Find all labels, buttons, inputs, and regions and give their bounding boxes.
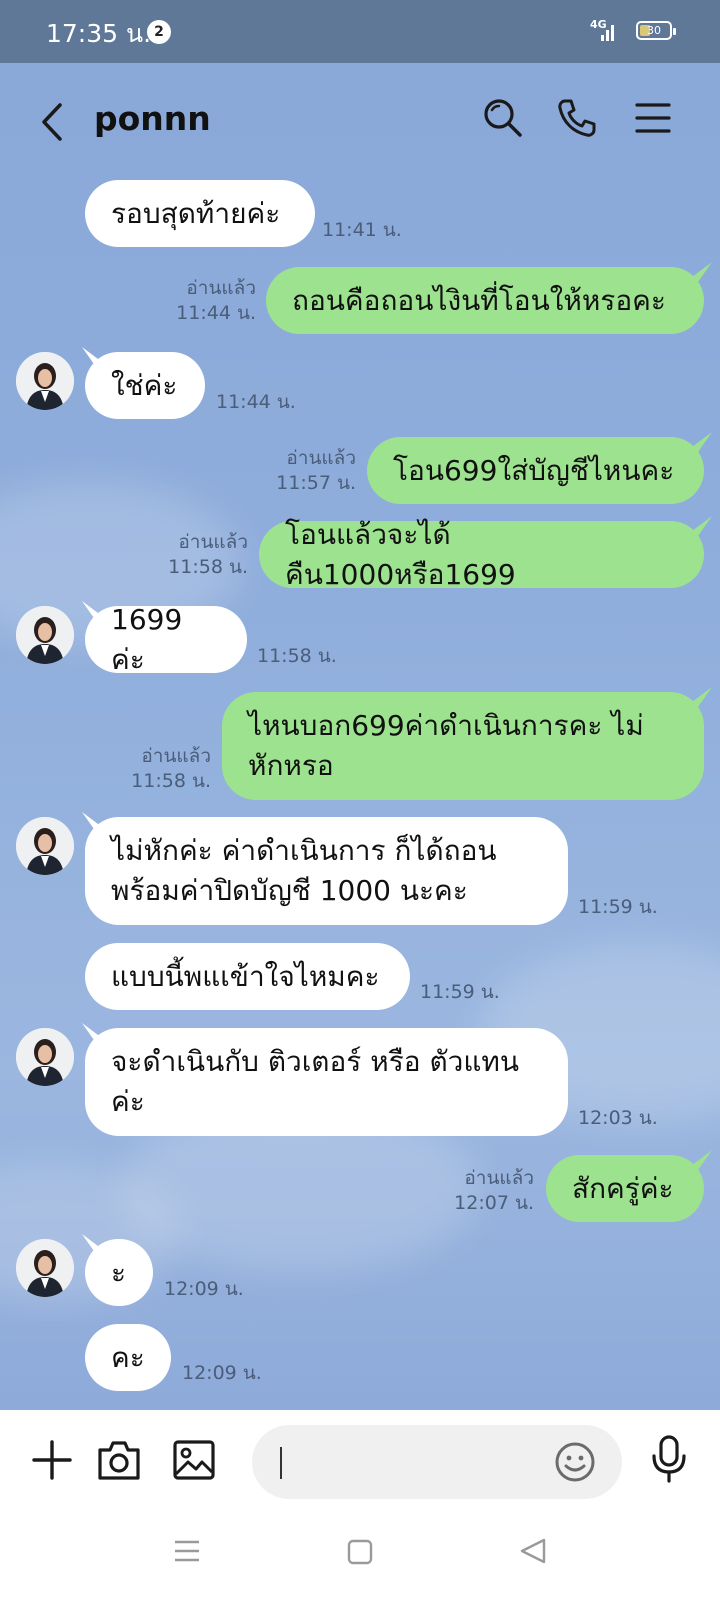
notification-badge: 2 (147, 20, 171, 44)
bubble-tail (688, 1150, 712, 1170)
message-text: ะ (111, 1255, 127, 1289)
bubble-tail (82, 1234, 106, 1254)
message-text-line: ค่ะ (111, 1085, 145, 1118)
microphone-icon[interactable] (648, 1434, 690, 1484)
message-text-line: จะดำเนินกับ ติวเตอร์ หรือ ตัวแทน (111, 1045, 520, 1078)
read-receipt: อ่านแล้ว (178, 531, 248, 553)
avatar[interactable] (16, 606, 74, 664)
message-text: แบบนี้พแเข้าใจไหมคะ (111, 959, 380, 993)
image-icon[interactable] (172, 1438, 216, 1482)
message-time: 12:03 น. (578, 1107, 658, 1129)
outgoing-message[interactable]: ไหนบอก699ค่าดำเนินการคะ ไม่ หักหรอ (222, 692, 704, 800)
message-time: 11:59 น. (578, 896, 658, 918)
avatar[interactable] (16, 352, 74, 410)
message-text-line: หักหรอ (248, 749, 334, 782)
avatar[interactable] (16, 1028, 74, 1086)
battery-level: 30 (647, 24, 661, 37)
message-text: รอบสุดท้ายค่ะ (111, 196, 281, 230)
camera-icon[interactable] (96, 1438, 142, 1482)
bubble-tail (688, 687, 712, 707)
message-input[interactable] (252, 1425, 622, 1499)
message-text: คะ (111, 1340, 145, 1374)
message-time: 12:09 น. (182, 1362, 262, 1384)
plus-icon[interactable] (30, 1438, 74, 1482)
message-time: 11:58 น. (257, 645, 337, 667)
text-cursor (280, 1447, 282, 1479)
recent-apps-icon[interactable] (172, 1536, 202, 1566)
status-bar: 17:35 น. 2 4G 30 (0, 0, 720, 63)
bubble-tail (688, 516, 712, 536)
battery-icon: 30 (636, 21, 676, 40)
bubble-tail (82, 1023, 106, 1043)
message-text: โอน699ใส่บัญชีไหนคะ (393, 453, 675, 487)
search-icon[interactable] (482, 97, 524, 139)
outgoing-message[interactable]: สักครู่ค่ะ (546, 1155, 704, 1222)
message-text: โอนแล้วจะได้คืน1000หรือ1699 (285, 517, 516, 591)
message-time: 12:09 น. (164, 1278, 244, 1300)
message-time: 11:57 น. (276, 472, 356, 494)
back-nav-icon[interactable] (518, 1536, 548, 1566)
read-receipt: อ่านแล้ว (141, 745, 211, 767)
status-time: 17:35 น. (46, 19, 152, 48)
message-time: 11:59 น. (420, 981, 500, 1003)
message-text: 1699 ค่ะ (111, 602, 183, 676)
phone-icon[interactable] (556, 97, 598, 139)
message-time: 11:44 น. (176, 302, 256, 324)
message-time: 12:07 น. (454, 1192, 534, 1214)
message-text: ถอนคือถอนไงินที่โอนให้หรอคะ (292, 283, 666, 317)
signal-icon: 4G (590, 18, 620, 44)
message-text: สักครู่ค่ะ (572, 1171, 674, 1205)
emoji-icon[interactable] (554, 1441, 596, 1483)
home-icon[interactable] (346, 1538, 374, 1566)
avatar[interactable] (16, 817, 74, 875)
back-icon[interactable] (36, 101, 70, 143)
outgoing-message[interactable]: ถอนคือถอนไงินที่โอนให้หรอคะ (266, 267, 704, 334)
outgoing-message[interactable]: โอน699ใส่บัญชีไหนคะ (367, 437, 704, 504)
read-receipt: อ่านแล้ว (286, 447, 356, 469)
bubble-tail (688, 262, 712, 282)
bubble-tail (82, 812, 106, 832)
message-time: 11:58 น. (168, 556, 248, 578)
message-text-line: ไม่หักค่ะ ค่าดำเนินการ ก็ได้ถอน (111, 834, 497, 867)
avatar[interactable] (16, 1239, 74, 1297)
bubble-tail (688, 432, 712, 452)
chat-title[interactable]: ponnn (94, 99, 211, 138)
incoming-message[interactable]: 1699 ค่ะ (85, 603, 247, 676)
input-bar (0, 1410, 720, 1600)
message-time: 11:58 น. (131, 770, 211, 792)
message-text: ใช่ค่ะ (111, 368, 178, 402)
incoming-message[interactable]: แบบนี้พแเข้าใจไหมคะ (85, 943, 410, 1010)
message-text-line: พร้อมค่าปิดบัญชี 1000 นะคะ (111, 874, 468, 907)
menu-icon[interactable] (632, 97, 674, 139)
message-text-line: ไหนบอก699ค่าดำเนินการคะ ไม่ (248, 709, 644, 742)
read-receipt: อ่านแล้ว (186, 277, 256, 299)
incoming-message[interactable]: ไม่หักค่ะ ค่าดำเนินการ ก็ได้ถอน พร้อมค่า… (85, 817, 568, 925)
incoming-message[interactable]: รอบสุดท้ายค่ะ (85, 180, 315, 247)
chat-header: ponnn (0, 63, 720, 170)
read-receipt: อ่านแล้ว (464, 1167, 534, 1189)
message-time: 11:41 น. (322, 219, 402, 241)
message-time: 11:44 น. (216, 391, 296, 413)
bubble-tail (82, 347, 106, 367)
incoming-message[interactable]: จะดำเนินกับ ติวเตอร์ หรือ ตัวแทน ค่ะ (85, 1028, 568, 1136)
incoming-message[interactable]: คะ (85, 1324, 171, 1391)
bubble-tail (82, 601, 106, 621)
outgoing-message[interactable]: โอนแล้วจะได้คืน1000หรือ1699 (259, 518, 704, 591)
